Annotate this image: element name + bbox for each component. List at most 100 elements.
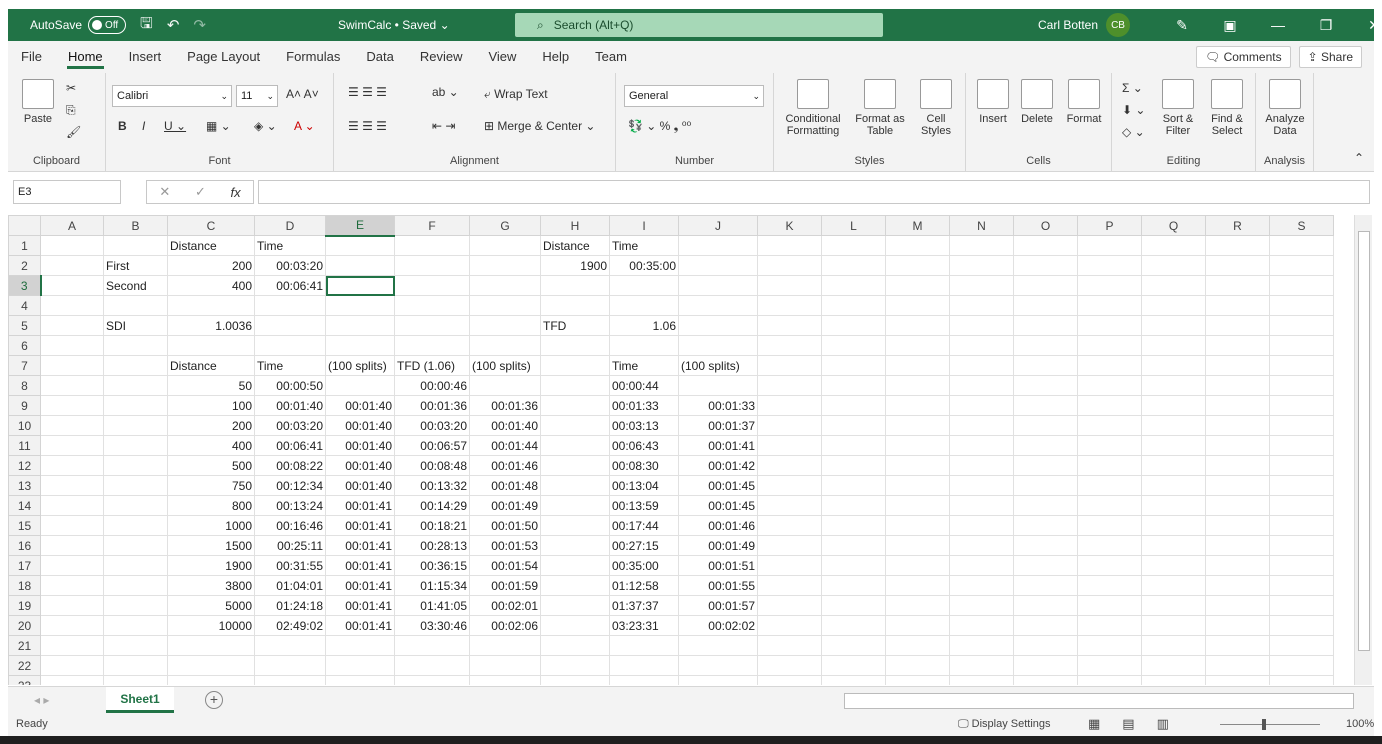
cell-o14[interactable]: [1013, 495, 1078, 516]
cell-p4[interactable]: [1077, 295, 1142, 316]
column-header-o[interactable]: O: [1013, 215, 1078, 236]
cell-g10[interactable]: 00:01:40: [469, 415, 541, 436]
cancel-icon[interactable]: ✕: [159, 184, 170, 200]
cell-a4[interactable]: [40, 295, 104, 316]
cell-c21[interactable]: [167, 635, 255, 656]
tab-file[interactable]: File: [8, 41, 55, 73]
cell-o19[interactable]: [1013, 595, 1078, 616]
row-header-13[interactable]: 13: [8, 475, 41, 496]
row-header-3[interactable]: 3: [8, 275, 42, 296]
cell-p2[interactable]: [1077, 255, 1142, 276]
tab-data[interactable]: Data: [353, 41, 406, 73]
cell-g4[interactable]: [469, 295, 541, 316]
share-button[interactable]: ⇪ Share: [1298, 46, 1362, 68]
cell-m12[interactable]: [885, 455, 950, 476]
cell-d18[interactable]: 01:04:01: [254, 575, 326, 596]
cell-b5[interactable]: SDI: [103, 315, 168, 336]
cell-r16[interactable]: [1205, 535, 1270, 556]
row-header-11[interactable]: 11: [8, 435, 41, 456]
cell-n18[interactable]: [949, 575, 1014, 596]
cell-f18[interactable]: 01:15:34: [394, 575, 470, 596]
cell-j15[interactable]: 00:01:46: [678, 515, 758, 536]
cell-q6[interactable]: [1141, 335, 1206, 356]
cell-m4[interactable]: [885, 295, 950, 316]
cell-n4[interactable]: [949, 295, 1014, 316]
cell-j13[interactable]: 00:01:45: [678, 475, 758, 496]
cell-m2[interactable]: [885, 255, 950, 276]
zoom-slider[interactable]: [1220, 724, 1320, 725]
cell-s3[interactable]: [1269, 275, 1334, 296]
cell-m3[interactable]: [885, 275, 950, 296]
tab-formulas[interactable]: Formulas: [273, 41, 353, 73]
cell-m21[interactable]: [885, 635, 950, 656]
cell-f15[interactable]: 00:18:21: [394, 515, 470, 536]
cell-l20[interactable]: [821, 615, 886, 636]
cell-d3[interactable]: 00:06:41: [254, 275, 326, 296]
cell-s6[interactable]: [1269, 335, 1334, 356]
cell-a1[interactable]: [40, 235, 104, 256]
cell-i22[interactable]: [609, 655, 679, 676]
cell-i11[interactable]: 00:06:43: [609, 435, 679, 456]
cell-k9[interactable]: [757, 395, 822, 416]
cell-r3[interactable]: [1205, 275, 1270, 296]
row-header-16[interactable]: 16: [8, 535, 41, 556]
cell-e22[interactable]: [325, 655, 395, 676]
analyze-data-button[interactable]: Analyze Data: [1262, 79, 1308, 137]
cell-a10[interactable]: [40, 415, 104, 436]
search-box[interactable]: ⌕ Search (Alt+Q): [515, 13, 883, 37]
cell-q9[interactable]: [1141, 395, 1206, 416]
cell-d16[interactable]: 00:25:11: [254, 535, 326, 556]
cell-q15[interactable]: [1141, 515, 1206, 536]
italic-icon[interactable]: I: [142, 119, 145, 133]
accounting-icon[interactable]: 💱 ⌄ % ❟ ⁰⁰: [628, 119, 691, 134]
format-as-table-button[interactable]: Format as Table: [852, 79, 908, 137]
cell-s1[interactable]: [1269, 235, 1334, 256]
save-icon[interactable]: 🖫: [140, 13, 153, 38]
cell-h19[interactable]: [540, 595, 610, 616]
cell-k5[interactable]: [757, 315, 822, 336]
cell-g22[interactable]: [469, 655, 541, 676]
cell-f13[interactable]: 00:13:32: [394, 475, 470, 496]
cell-e9[interactable]: 00:01:40: [325, 395, 395, 416]
cell-o11[interactable]: [1013, 435, 1078, 456]
column-header-g[interactable]: G: [469, 215, 541, 236]
cell-c4[interactable]: [167, 295, 255, 316]
worksheet-grid[interactable]: ABCDEFGHIJKLMNOPQRS 1 Distance Time Distanc…: [8, 215, 1354, 685]
cell-p16[interactable]: [1077, 535, 1142, 556]
cell-r7[interactable]: [1205, 355, 1270, 376]
cell-p6[interactable]: [1077, 335, 1142, 356]
cell-r14[interactable]: [1205, 495, 1270, 516]
cell-a14[interactable]: [40, 495, 104, 516]
cell-j7[interactable]: (100 splits): [678, 355, 758, 376]
cell-f2[interactable]: [394, 255, 470, 276]
cell-b7[interactable]: [103, 355, 168, 376]
cell-i8[interactable]: 00:00:44: [609, 375, 679, 396]
cell-l11[interactable]: [821, 435, 886, 456]
cell-g9[interactable]: 00:01:36: [469, 395, 541, 416]
cell-h9[interactable]: [540, 395, 610, 416]
cell-m10[interactable]: [885, 415, 950, 436]
cell-j14[interactable]: 00:01:45: [678, 495, 758, 516]
cell-i19[interactable]: 01:37:37: [609, 595, 679, 616]
cell-h18[interactable]: [540, 575, 610, 596]
insert-cells-button[interactable]: Insert: [972, 79, 1014, 125]
cell-s2[interactable]: [1269, 255, 1334, 276]
cell-s11[interactable]: [1269, 435, 1334, 456]
cell-c11[interactable]: 400: [167, 435, 255, 456]
cell-f8[interactable]: 00:00:46: [394, 375, 470, 396]
cell-c10[interactable]: 200: [167, 415, 255, 436]
cell-h6[interactable]: [540, 335, 610, 356]
cell-b15[interactable]: [103, 515, 168, 536]
cell-s14[interactable]: [1269, 495, 1334, 516]
tab-view[interactable]: View: [475, 41, 529, 73]
delete-cells-button[interactable]: Delete: [1016, 79, 1058, 125]
cell-h17[interactable]: [540, 555, 610, 576]
cell-c6[interactable]: [167, 335, 255, 356]
vertical-scrollbar[interactable]: [1354, 215, 1372, 685]
cell-s21[interactable]: [1269, 635, 1334, 656]
column-header-j[interactable]: J: [678, 215, 758, 236]
cell-d10[interactable]: 00:03:20: [254, 415, 326, 436]
cell-c17[interactable]: 1900: [167, 555, 255, 576]
tab-team[interactable]: Team: [582, 41, 640, 73]
cell-s13[interactable]: [1269, 475, 1334, 496]
